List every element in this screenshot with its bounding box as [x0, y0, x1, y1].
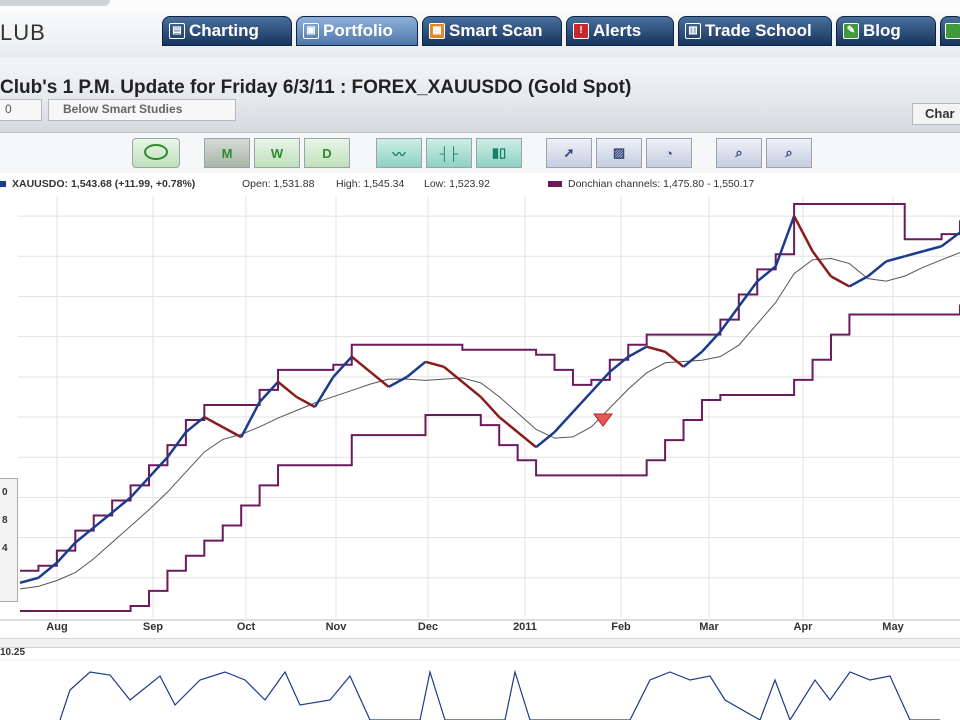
price-candle-segment: [313, 376, 335, 408]
price-candle-segment: [406, 360, 427, 378]
price-candle-segment: [867, 260, 888, 278]
x-axis-label: Dec: [418, 621, 438, 633]
price-candle-segment: [516, 431, 537, 449]
axis-label-1: 0: [2, 487, 8, 498]
price-candle-segment: [222, 425, 242, 439]
price-candle-segment: [885, 255, 906, 263]
price-candle-segment: [904, 250, 924, 258]
x-axis-label: May: [882, 621, 904, 633]
price-candle-segment: [646, 345, 666, 353]
price-candle-segment: [572, 391, 593, 413]
oscillator-divider[interactable]: [0, 638, 960, 648]
price-candle-segment: [811, 250, 832, 278]
price-candle-segment: [443, 365, 464, 383]
oscillator-value: 10.25: [0, 647, 26, 658]
price-candle-segment: [295, 395, 316, 409]
price-candle-segment: [129, 476, 150, 499]
price-axis-panel: 0 8 4: [0, 478, 18, 602]
price-candle-segment: [19, 576, 39, 585]
x-axis-label: Sep: [143, 621, 163, 633]
oscillator-line: [59, 669, 940, 720]
price-candle-segment: [388, 375, 408, 389]
price-candle-segment: [553, 411, 574, 433]
sell-signal-marker: [593, 413, 613, 427]
price-candle-segment: [461, 380, 482, 398]
price-candle-segment: [922, 245, 942, 253]
x-axis-label: Oct: [237, 621, 256, 633]
x-axis-label: Mar: [699, 621, 719, 633]
x-axis-label: Aug: [46, 621, 67, 633]
x-axis-label: Apr: [794, 621, 814, 633]
price-candle-segment: [664, 350, 685, 368]
axis-label-3: 4: [2, 543, 8, 554]
price-candle-segment: [55, 541, 77, 564]
moving-average-line: [19, 252, 960, 590]
price-candle-segment: [148, 456, 169, 479]
price-candle-segment: [535, 431, 556, 449]
price-candle-segment: [350, 355, 371, 373]
price-candle-segment: [240, 401, 261, 438]
price-candle-segment: [590, 370, 611, 393]
price-chart[interactable]: Aug Sep Oct Nov Dec 2011 Feb Mar Apr May: [0, 0, 960, 720]
price-candle-segment: [479, 396, 501, 418]
x-axis-label: Feb: [611, 621, 631, 633]
price-candle-segment: [774, 215, 796, 267]
price-candle-segment: [830, 275, 851, 288]
axis-label-2: 8: [2, 515, 8, 526]
price-candle-segment: [848, 275, 869, 288]
price-candle-segment: [277, 380, 298, 398]
x-axis-label: 2011: [513, 621, 537, 633]
price-candle-segment: [258, 381, 279, 403]
price-candle-segment: [682, 350, 703, 368]
price-candle-segment: [627, 345, 648, 358]
price-candle-segment: [203, 415, 224, 429]
price-candle-segment: [498, 416, 519, 434]
x-axis-label: Nov: [326, 621, 348, 633]
